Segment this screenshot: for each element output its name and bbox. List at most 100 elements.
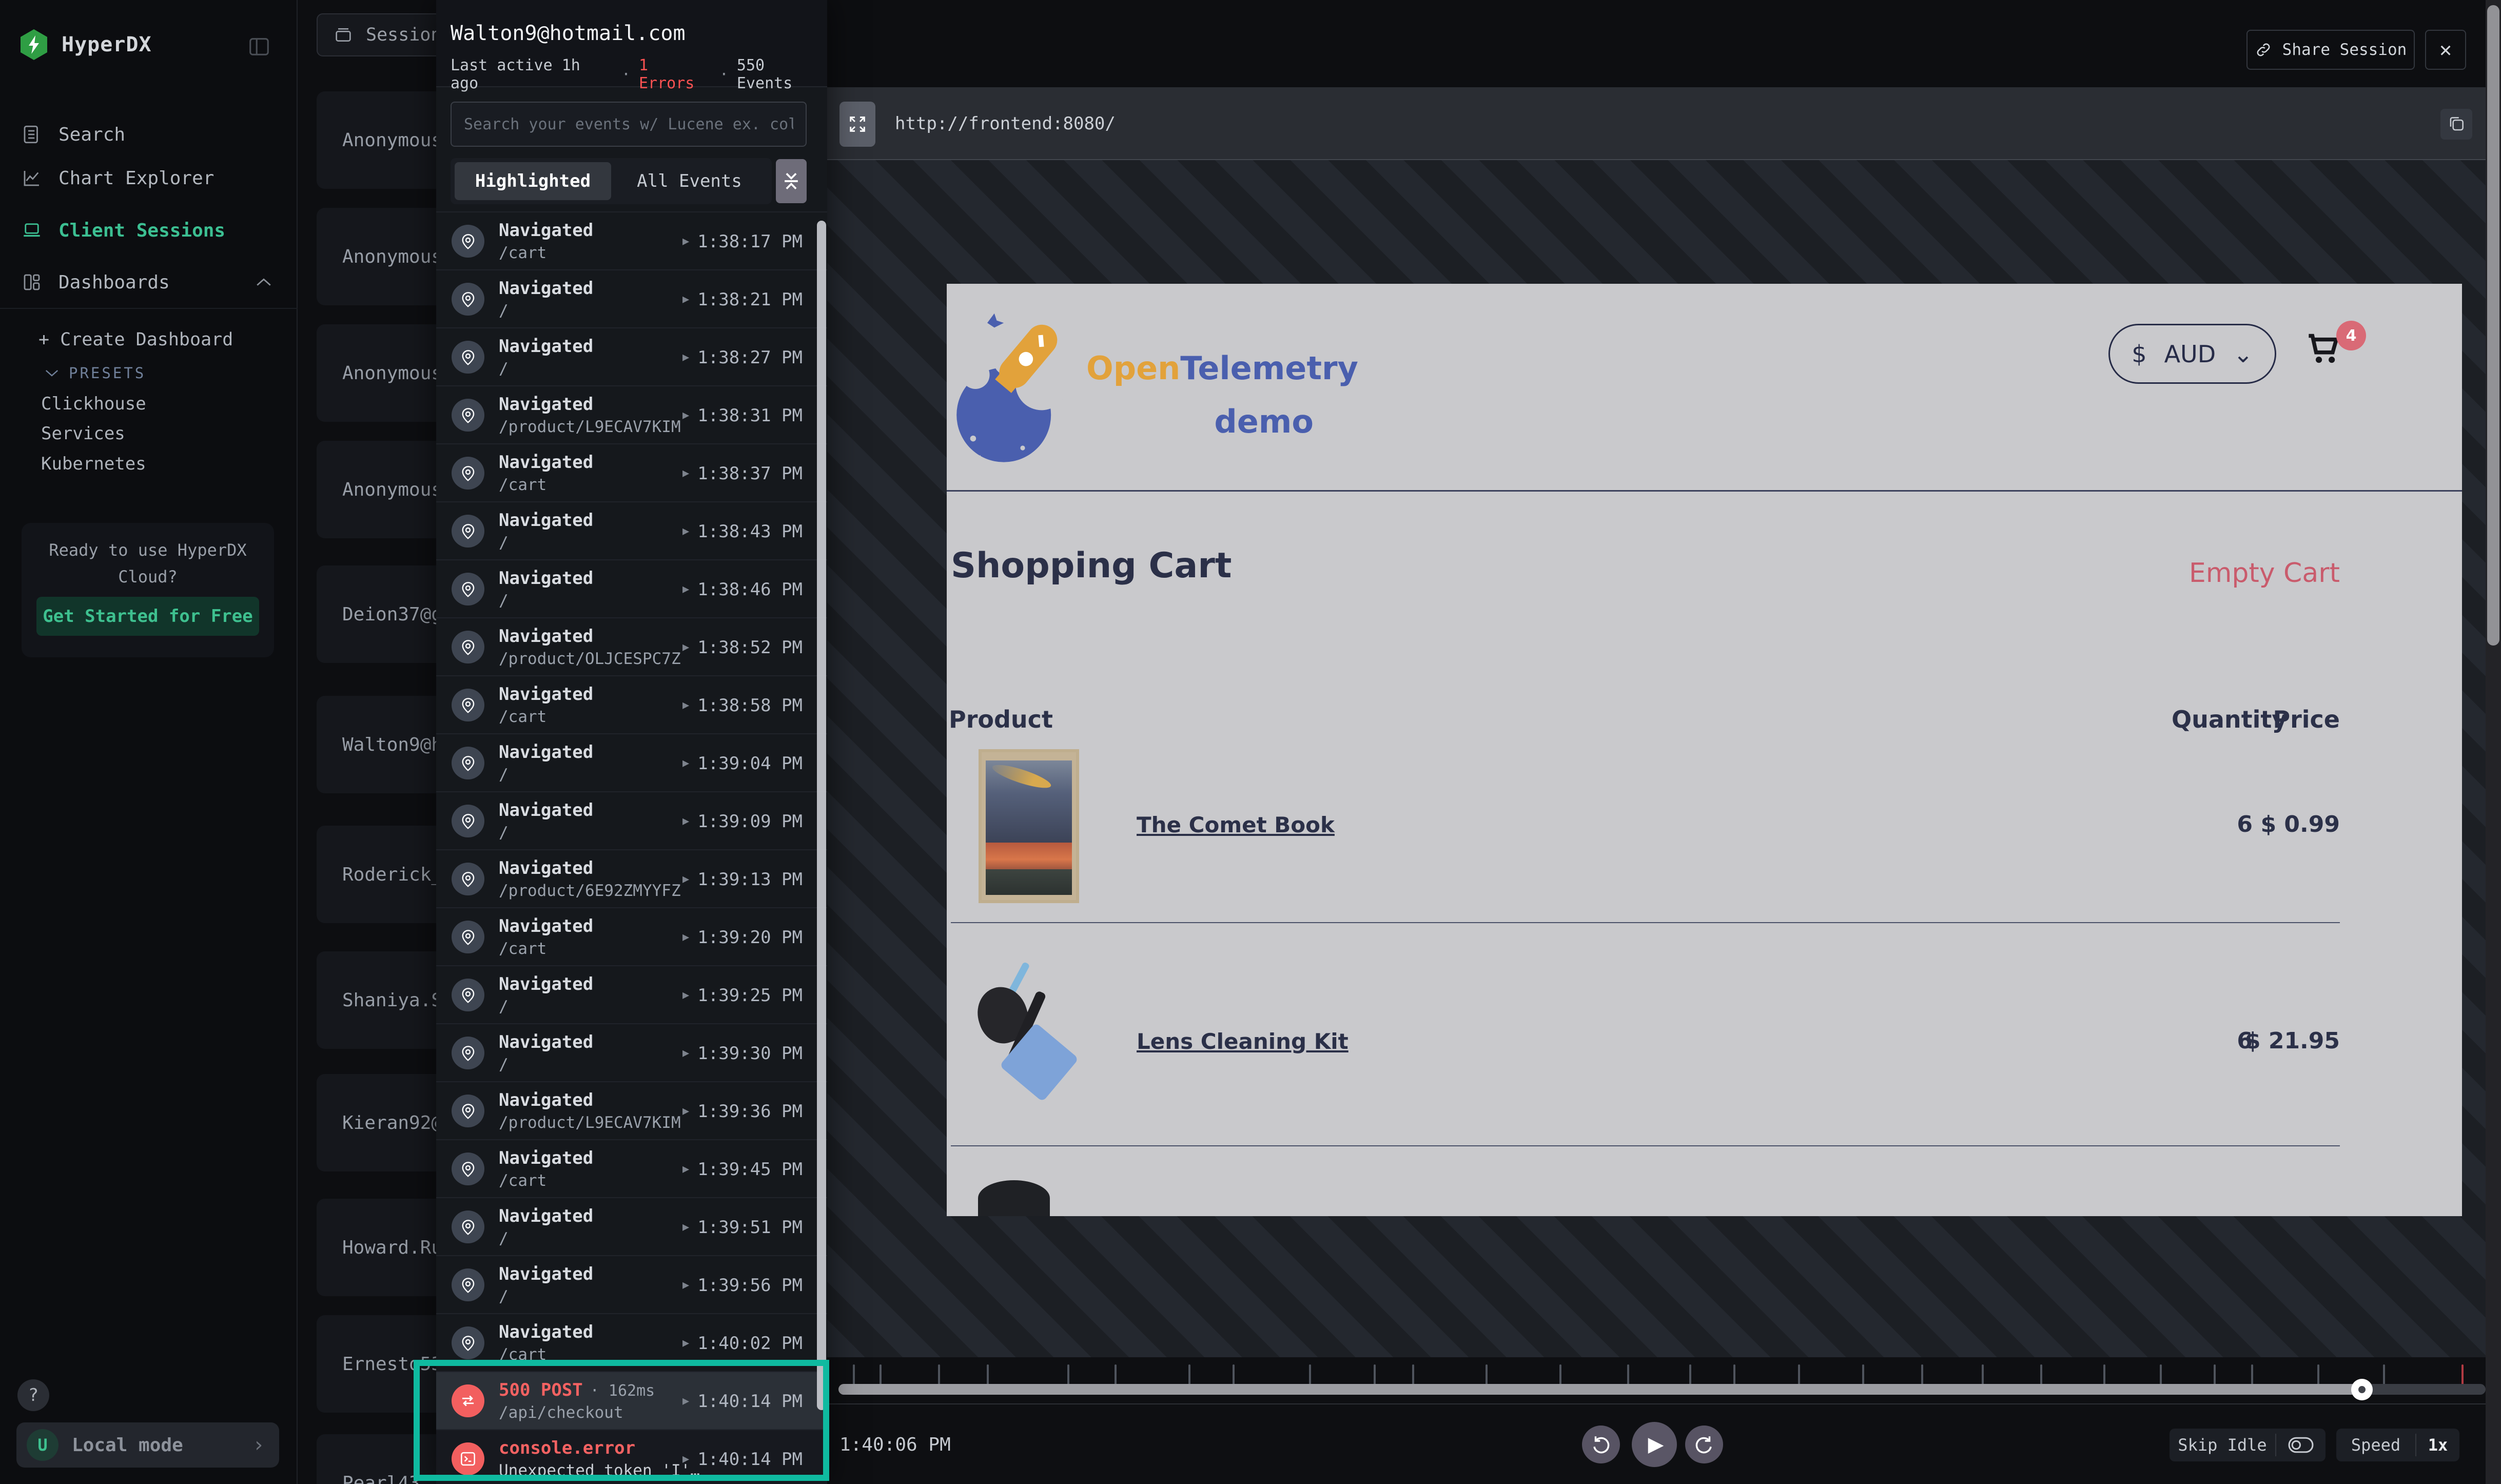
play-marker-icon[interactable]: ▶ bbox=[682, 757, 689, 770]
play-marker-icon[interactable]: ▶ bbox=[682, 1047, 689, 1060]
column-price: Price bbox=[2265, 706, 2340, 733]
play-marker-icon[interactable]: ▶ bbox=[682, 583, 689, 596]
event-row[interactable]: Navigated / ▶1:39:25 PM bbox=[436, 965, 827, 1023]
preset-services[interactable]: Services bbox=[0, 420, 298, 447]
timeline-playhead[interactable] bbox=[2351, 1379, 2373, 1400]
currency-select[interactable]: $ AUD ⌄ bbox=[2108, 324, 2276, 384]
window-scrollbar[interactable] bbox=[2486, 0, 2501, 1484]
event-row[interactable]: Navigated /product/L9ECAV7KIM ▶1:38:31 P… bbox=[436, 385, 827, 443]
event-row[interactable]: Navigated /cart ▶1:38:37 PM bbox=[436, 443, 827, 501]
skip-idle-toggle[interactable] bbox=[2276, 1436, 2326, 1454]
local-mode-menu[interactable]: U Local mode › bbox=[16, 1422, 279, 1468]
play-marker-icon[interactable]: ▶ bbox=[682, 873, 689, 886]
event-row[interactable]: Navigated /cart ▶1:39:20 PM bbox=[436, 907, 827, 965]
sidebar-collapse-icon[interactable] bbox=[247, 35, 271, 58]
rewind-button[interactable] bbox=[1582, 1426, 1620, 1463]
play-marker-icon[interactable]: ▶ bbox=[682, 641, 689, 654]
timeline-progress bbox=[838, 1384, 2362, 1395]
presets-toggle[interactable]: PRESETS bbox=[0, 359, 298, 387]
event-row[interactable]: Navigated / ▶1:39:51 PM bbox=[436, 1197, 827, 1255]
replay-url: http://frontend:8080/ bbox=[895, 87, 1116, 160]
event-row[interactable]: 500 POST· 162ms /api/checkout ▶1:40:14 P… bbox=[436, 1371, 827, 1429]
collapse-events-button[interactable] bbox=[776, 159, 807, 203]
event-search-input[interactable] bbox=[451, 102, 807, 147]
event-row[interactable]: Navigated / ▶1:39:30 PM bbox=[436, 1023, 827, 1081]
tab-highlighted[interactable]: Highlighted bbox=[455, 162, 611, 200]
fullscreen-button[interactable] bbox=[839, 102, 875, 147]
speed-value[interactable]: 1x bbox=[2416, 1435, 2459, 1455]
play-marker-icon[interactable]: ▶ bbox=[682, 1163, 689, 1176]
create-dashboard-link[interactable]: + Create Dashboard bbox=[0, 325, 298, 354]
event-row[interactable]: Navigated /product/OLJCESPC7Z ▶1:38:52 P… bbox=[436, 617, 827, 675]
window-scrollbar-thumb[interactable] bbox=[2487, 5, 2499, 646]
play-marker-icon[interactable]: ▶ bbox=[682, 1337, 689, 1350]
event-time: 1:38:37 PM bbox=[697, 463, 803, 484]
chevron-up-icon[interactable] bbox=[255, 277, 272, 287]
speed-label[interactable]: Speed bbox=[2336, 1435, 2415, 1455]
event-filter-tabs: Highlighted All Events bbox=[451, 158, 772, 204]
preset-clickhouse[interactable]: Clickhouse bbox=[0, 390, 298, 418]
play-marker-icon[interactable]: ▶ bbox=[682, 293, 689, 306]
brand-name[interactable]: OpenTelemetry bbox=[1086, 349, 1358, 387]
product-link-comet-book[interactable]: The Comet Book bbox=[1137, 812, 1335, 837]
product-image-lens-kit[interactable] bbox=[975, 957, 1083, 1108]
forward-button[interactable] bbox=[1685, 1426, 1723, 1463]
timeline-track[interactable] bbox=[838, 1384, 2486, 1395]
play-marker-icon[interactable]: ▶ bbox=[682, 351, 689, 364]
play-marker-icon[interactable]: ▶ bbox=[682, 699, 689, 712]
event-row[interactable]: Navigated / ▶1:38:27 PM bbox=[436, 327, 827, 385]
replay-timeline[interactable] bbox=[827, 1357, 2501, 1403]
event-row[interactable]: Navigated / ▶1:38:21 PM bbox=[436, 269, 827, 327]
get-started-button[interactable]: Get Started for Free bbox=[36, 597, 259, 636]
event-row[interactable]: Navigated / ▶1:39:04 PM bbox=[436, 733, 827, 791]
app-logo[interactable]: HyperDX bbox=[17, 28, 152, 61]
play-marker-icon[interactable]: ▶ bbox=[682, 931, 689, 944]
play-marker-icon[interactable]: ▶ bbox=[682, 1279, 689, 1292]
play-marker-icon[interactable]: ▶ bbox=[682, 1105, 689, 1118]
timeline-tick bbox=[1627, 1364, 1629, 1386]
product-link-lens-kit[interactable]: Lens Cleaning Kit bbox=[1137, 1029, 1349, 1054]
sidebar-item-chart-explorer[interactable]: Chart Explorer bbox=[0, 155, 298, 201]
event-row[interactable]: Navigated /cart ▶1:38:17 PM bbox=[436, 211, 827, 269]
play-marker-icon[interactable]: ▶ bbox=[682, 467, 689, 480]
play-button[interactable]: ▶ bbox=[1632, 1422, 1677, 1467]
copy-url-button[interactable] bbox=[2440, 109, 2472, 140]
event-list-scrollbar[interactable] bbox=[817, 221, 826, 1410]
play-marker-icon[interactable]: ▶ bbox=[682, 409, 689, 422]
skip-idle-label[interactable]: Skip Idle bbox=[2170, 1435, 2275, 1455]
empty-cart-button[interactable]: Empty Cart bbox=[2135, 558, 2340, 589]
play-marker-icon[interactable]: ▶ bbox=[682, 815, 689, 828]
tab-all-events[interactable]: All Events bbox=[611, 162, 768, 200]
playback-controls-bar: 1:40:06 PM ▶ Skip Idle Speed 1x bbox=[827, 1403, 2501, 1484]
event-row[interactable]: Navigated / ▶1:39:09 PM bbox=[436, 791, 827, 849]
event-row[interactable]: Navigated /cart ▶1:38:58 PM bbox=[436, 675, 827, 733]
event-row[interactable]: Navigated / ▶1:39:56 PM bbox=[436, 1255, 827, 1313]
event-row[interactable]: Navigated /product/6E92ZMYYFZ ▶1:39:13 P… bbox=[436, 849, 827, 907]
play-marker-icon[interactable]: ▶ bbox=[682, 235, 689, 248]
event-row[interactable]: Navigated /cart ▶1:39:45 PM bbox=[436, 1139, 827, 1197]
event-row[interactable]: Navigated /product/L9ECAV7KIM ▶1:39:36 P… bbox=[436, 1081, 827, 1139]
play-marker-icon[interactable]: ▶ bbox=[682, 1395, 689, 1408]
location-pin-icon bbox=[452, 863, 484, 895]
play-marker-icon[interactable]: ▶ bbox=[682, 989, 689, 1002]
sidebar-item-client-sessions[interactable]: Client Sessions bbox=[0, 208, 298, 253]
event-row[interactable]: Navigated / ▶1:38:46 PM bbox=[436, 559, 827, 617]
product-image-comet-book[interactable] bbox=[979, 749, 1079, 903]
play-marker-icon[interactable]: ▶ bbox=[682, 1221, 689, 1234]
play-marker-icon[interactable]: ▶ bbox=[682, 525, 689, 538]
event-row[interactable]: console.error Unexpected token 'I'… ▶1:4… bbox=[436, 1429, 827, 1484]
event-row[interactable]: Navigated /cart ▶1:40:02 PM bbox=[436, 1313, 827, 1371]
sidebar-item-dashboards[interactable]: Dashboards bbox=[0, 260, 298, 305]
cart-button[interactable]: 4 bbox=[2301, 325, 2363, 386]
brand-demo-label: demo bbox=[1086, 403, 1314, 440]
location-pin-icon bbox=[452, 921, 484, 953]
preset-kubernetes[interactable]: Kubernetes bbox=[0, 450, 298, 478]
event-row[interactable]: Navigated / ▶1:38:43 PM bbox=[436, 501, 827, 559]
share-session-button[interactable]: Share Session bbox=[2246, 30, 2415, 70]
http-request-icon bbox=[452, 1384, 484, 1417]
play-marker-icon[interactable]: ▶ bbox=[682, 1453, 689, 1466]
sidebar-item-search[interactable]: Search bbox=[0, 112, 298, 157]
timeline-tick bbox=[2160, 1364, 2162, 1386]
close-button[interactable]: ✕ bbox=[2425, 30, 2466, 70]
help-button[interactable]: ? bbox=[17, 1379, 49, 1411]
